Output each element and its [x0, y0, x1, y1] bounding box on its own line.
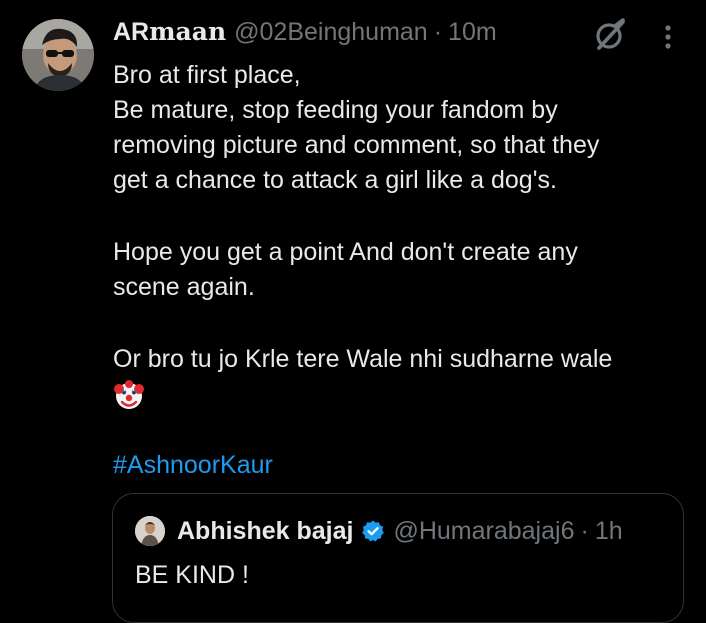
quoted-author-handle[interactable]: @Humarabajaj6 — [393, 517, 574, 546]
hashtag-link[interactable]: #AshnoorKaur — [113, 448, 273, 483]
tweet-text: Bro at first place, Be mature, stop feed… — [113, 58, 683, 411]
quoted-author-name[interactable]: Abhishek bajaj — [177, 517, 353, 546]
tweet-line: Or bro tu jo Krle tere Wale nhi sudharne… — [113, 345, 613, 373]
tweet-line: scene again. — [113, 273, 255, 301]
tweet[interactable]: ARmaan @02Beinghuman · 10m Bro at first … — [0, 0, 706, 623]
header-separator: · — [433, 17, 443, 46]
tweet-header: ARmaan @02Beinghuman · 10m — [113, 14, 497, 50]
author-name-fancy[interactable]: maan — [149, 17, 226, 46]
quoted-tweet-header: Abhishek bajaj @Humarabajaj6 · 1h — [177, 514, 623, 548]
quoted-header-separator: · — [580, 516, 589, 545]
tweet-timestamp[interactable]: 10m — [448, 18, 497, 47]
grok-icon[interactable] — [593, 18, 627, 52]
clown-face-emoji-icon — [114, 380, 144, 409]
tweet-line: get a chance to attack a girl like a dog… — [113, 166, 557, 194]
tweet-line: removing picture and comment, so that th… — [113, 131, 600, 159]
tweet-line: Be mature, stop feeding your fandom by — [113, 96, 558, 124]
quoted-tweet-timestamp[interactable]: 1h — [595, 517, 623, 546]
tweet-line: Bro at first place, — [113, 61, 301, 89]
tweet-line: Hope you get a point And don't create an… — [113, 238, 578, 266]
author-name-plain[interactable]: AR — [113, 18, 149, 46]
verified-badge-icon — [362, 520, 385, 542]
quoted-tweet-card[interactable]: Abhishek bajaj @Humarabajaj6 · 1h BE KIN… — [112, 493, 684, 623]
author-handle[interactable]: @02Beinghuman — [234, 18, 428, 47]
quoted-tweet-text: BE KIND ! — [135, 561, 249, 589]
author-avatar[interactable] — [22, 19, 94, 91]
author-display-name[interactable]: ARmaan — [113, 17, 226, 47]
quoted-author-avatar[interactable] — [135, 516, 165, 546]
more-dots-icon[interactable] — [658, 22, 678, 52]
